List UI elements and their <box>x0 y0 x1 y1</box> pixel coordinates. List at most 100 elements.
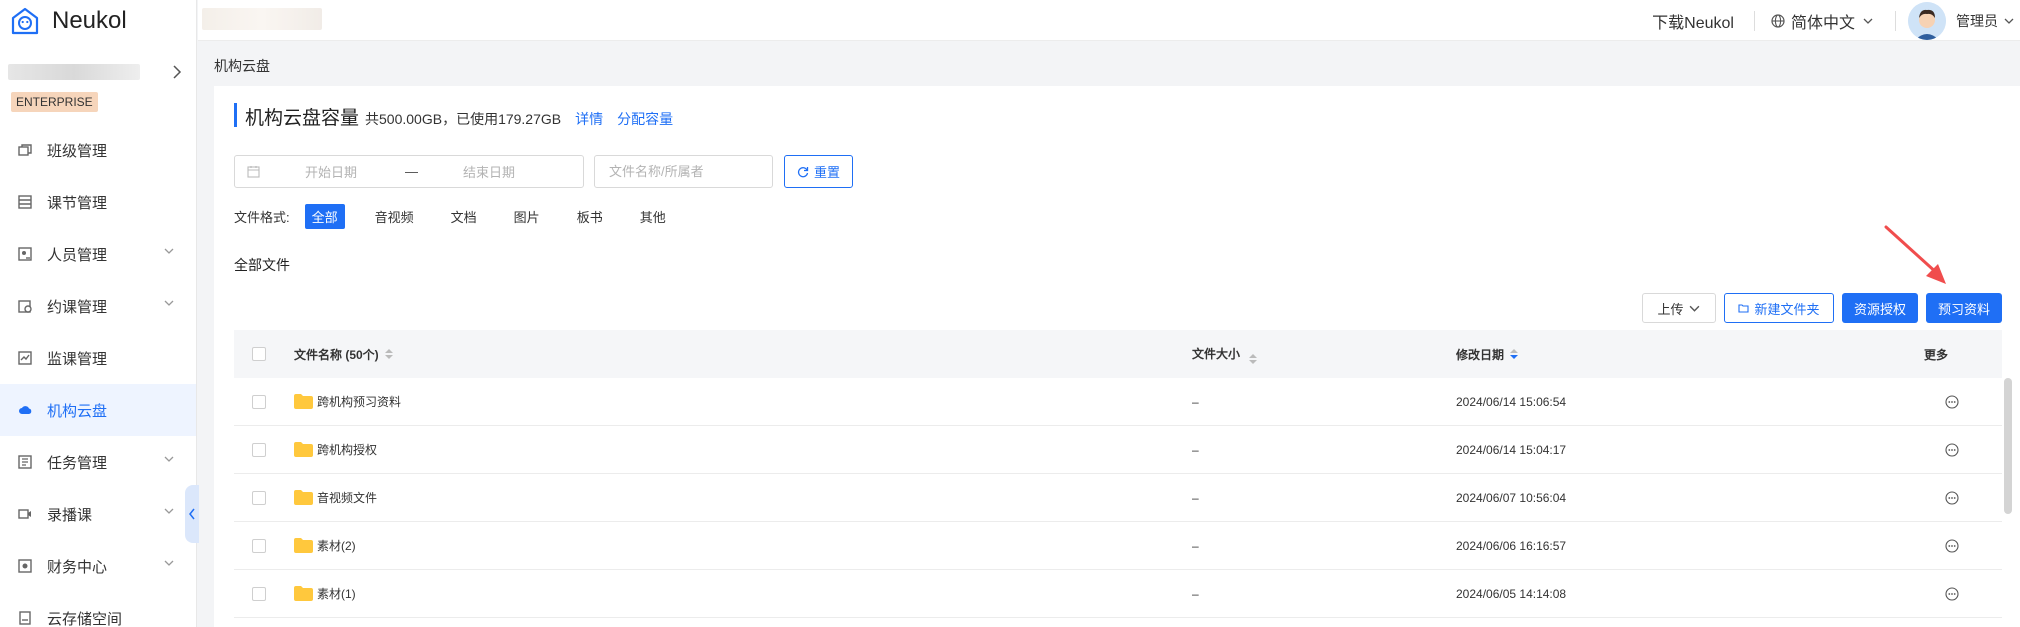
detail-link[interactable]: 详情 <box>575 109 603 129</box>
table-header: 文件名称 (50个) 文件大小 修改日期 更多 <box>234 330 2002 378</box>
chevron-down-icon <box>164 508 174 514</box>
chevron-down-icon <box>1863 18 1873 24</box>
storage-icon <box>19 611 31 625</box>
table-row[interactable]: 跨机构预习资料 – 2024/06/14 15:06:54 <box>234 378 2002 426</box>
sidebar-item-label: 人员管理 <box>47 246 108 264</box>
sort-icon <box>1249 353 1258 364</box>
download-link[interactable]: 下载Neukol <box>1652 9 1734 33</box>
format-all[interactable]: 全部 <box>304 203 345 229</box>
table-row[interactable]: 跨机构授权 – 2024/06/14 15:04:17 <box>234 426 2002 474</box>
sidebar-item-record[interactable]: 录播课 <box>0 488 196 540</box>
file-name-cell[interactable]: 跨机构预习资料 <box>294 393 401 410</box>
file-date: 2024/06/07 10:56:04 <box>1456 490 1567 505</box>
chevron-left-icon <box>189 508 195 520</box>
row-checkbox[interactable] <box>252 490 266 505</box>
end-date-input[interactable]: 结束日期 <box>463 162 515 181</box>
file-name: 跨机构预习资料 <box>317 395 402 409</box>
format-audio-video[interactable]: 音视频 <box>368 204 421 229</box>
header-name[interactable]: 文件名称 (50个) <box>294 346 393 363</box>
logo-row: Neukol <box>0 0 196 42</box>
monitor-icon <box>18 351 32 365</box>
header-size-label: 文件大小 <box>1192 346 1241 361</box>
more-icon[interactable] <box>1945 442 1959 457</box>
calendar-icon <box>247 166 260 178</box>
chevron-down-icon[interactable] <box>2004 16 2014 26</box>
row-checkbox[interactable] <box>252 586 266 601</box>
finance-icon <box>18 559 32 573</box>
enterprise-badge: ENTERPRISE <box>11 92 98 112</box>
more-icon[interactable] <box>1945 586 1959 601</box>
folder-icon <box>294 586 313 601</box>
format-whiteboard[interactable]: 板书 <box>570 204 610 229</box>
file-name-cell[interactable]: 跨机构授权 <box>294 441 377 458</box>
table-row[interactable]: 音视频文件 – 2024/06/07 10:56:04 <box>234 474 2002 522</box>
action-toolbar: 上传 新建文件夹 资源授权 预习资料 <box>1634 293 2002 323</box>
sidebar-item-finance[interactable]: 财务中心 <box>0 540 196 592</box>
annotation-arrow-icon <box>1884 225 1946 284</box>
row-checkbox[interactable] <box>252 538 266 553</box>
chevron-down-icon <box>1690 305 1700 312</box>
table-row[interactable]: 素材(2) – 2024/06/06 16:16:57 <box>234 522 2002 570</box>
lesson-icon <box>18 195 32 209</box>
class-icon <box>18 144 32 156</box>
sidebar-item-label: 云存储空间 <box>47 610 123 627</box>
date-range-picker[interactable]: 开始日期 — 结束日期 <box>234 155 584 188</box>
file-size: – <box>1192 586 1199 601</box>
logo-icon <box>11 7 39 35</box>
resource-authorize-button[interactable]: 资源授权 <box>1841 293 1918 323</box>
header-size[interactable]: 文件大小 <box>1192 345 1258 364</box>
sidebar-item-storage[interactable]: 云存储空间 <box>0 592 196 627</box>
sidebar: Neukol ENTERPRISE 班级管理 课节管理 人员管理 约课管理 监课… <box>0 0 197 627</box>
cloud-icon <box>19 406 32 414</box>
folder-icon <box>294 442 313 457</box>
new-folder-button[interactable]: 新建文件夹 <box>1723 293 1834 323</box>
row-checkbox[interactable] <box>252 394 266 409</box>
sidebar-item-monitor[interactable]: 监课管理 <box>0 332 196 384</box>
sidebar-nav: 班级管理 课节管理 人员管理 约课管理 监课管理 机构云盘 任务管理 录播课 财… <box>0 124 196 627</box>
more-icon[interactable] <box>1945 490 1959 505</box>
format-other[interactable]: 其他 <box>633 204 673 229</box>
more-icon[interactable] <box>1945 538 1959 553</box>
file-name-cell[interactable]: 素材(1) <box>294 585 356 602</box>
file-name-cell[interactable]: 音视频文件 <box>294 489 377 506</box>
format-document[interactable]: 文档 <box>444 204 484 229</box>
chevron-right-icon <box>173 65 182 79</box>
divider <box>1753 10 1755 31</box>
folder-open-icon <box>1738 303 1750 313</box>
divider <box>1895 10 1896 31</box>
header-date[interactable]: 修改日期 <box>1456 346 1519 363</box>
range-separator: — <box>405 164 418 179</box>
file-name-cell[interactable]: 素材(2) <box>294 537 356 554</box>
sidebar-item-task[interactable]: 任务管理 <box>0 436 196 488</box>
more-icon[interactable] <box>1945 394 1959 409</box>
upload-button[interactable]: 上传 <box>1641 293 1716 323</box>
search-input[interactable]: 文件名称/所属者 <box>594 155 773 188</box>
allocate-capacity-link[interactable]: 分配容量 <box>617 109 673 129</box>
org-switcher[interactable] <box>0 54 196 90</box>
sidebar-item-lesson[interactable]: 课节管理 <box>0 176 196 228</box>
sidebar-item-cloud[interactable]: 机构云盘 <box>0 384 196 436</box>
sidebar-item-booking[interactable]: 约课管理 <box>0 280 196 332</box>
row-checkbox[interactable] <box>252 442 266 457</box>
reset-button[interactable]: 重置 <box>784 155 853 188</box>
scrollbar[interactable] <box>2004 378 2012 514</box>
preview-material-button[interactable]: 预习资料 <box>1925 293 2002 323</box>
file-size: – <box>1192 538 1199 553</box>
sidebar-collapse-toggle[interactable] <box>185 485 199 543</box>
header-date-label: 修改日期 <box>1456 347 1505 362</box>
sidebar-item-people[interactable]: 人员管理 <box>0 228 196 280</box>
format-image[interactable]: 图片 <box>507 204 547 229</box>
section-title: 全部文件 <box>234 257 290 273</box>
select-all-checkbox[interactable] <box>252 347 266 361</box>
user-name[interactable]: 管理员 <box>1956 11 1998 31</box>
format-filter: 文件格式: 全部 音视频 文档 图片 板书 其他 <box>234 203 696 229</box>
reset-label: 重置 <box>813 165 840 180</box>
table-row[interactable]: 素材(1) – 2024/06/05 14:14:08 <box>234 570 2002 618</box>
top-bar: 下载Neukol 简体中文 管理员 <box>198 0 2020 41</box>
start-date-input[interactable]: 开始日期 <box>305 162 405 181</box>
chevron-down-icon <box>164 456 174 462</box>
sidebar-item-class[interactable]: 班级管理 <box>0 124 196 176</box>
people-icon <box>18 247 32 261</box>
language-selector[interactable]: 简体中文 <box>1771 9 1873 33</box>
avatar[interactable] <box>1908 1 1946 40</box>
